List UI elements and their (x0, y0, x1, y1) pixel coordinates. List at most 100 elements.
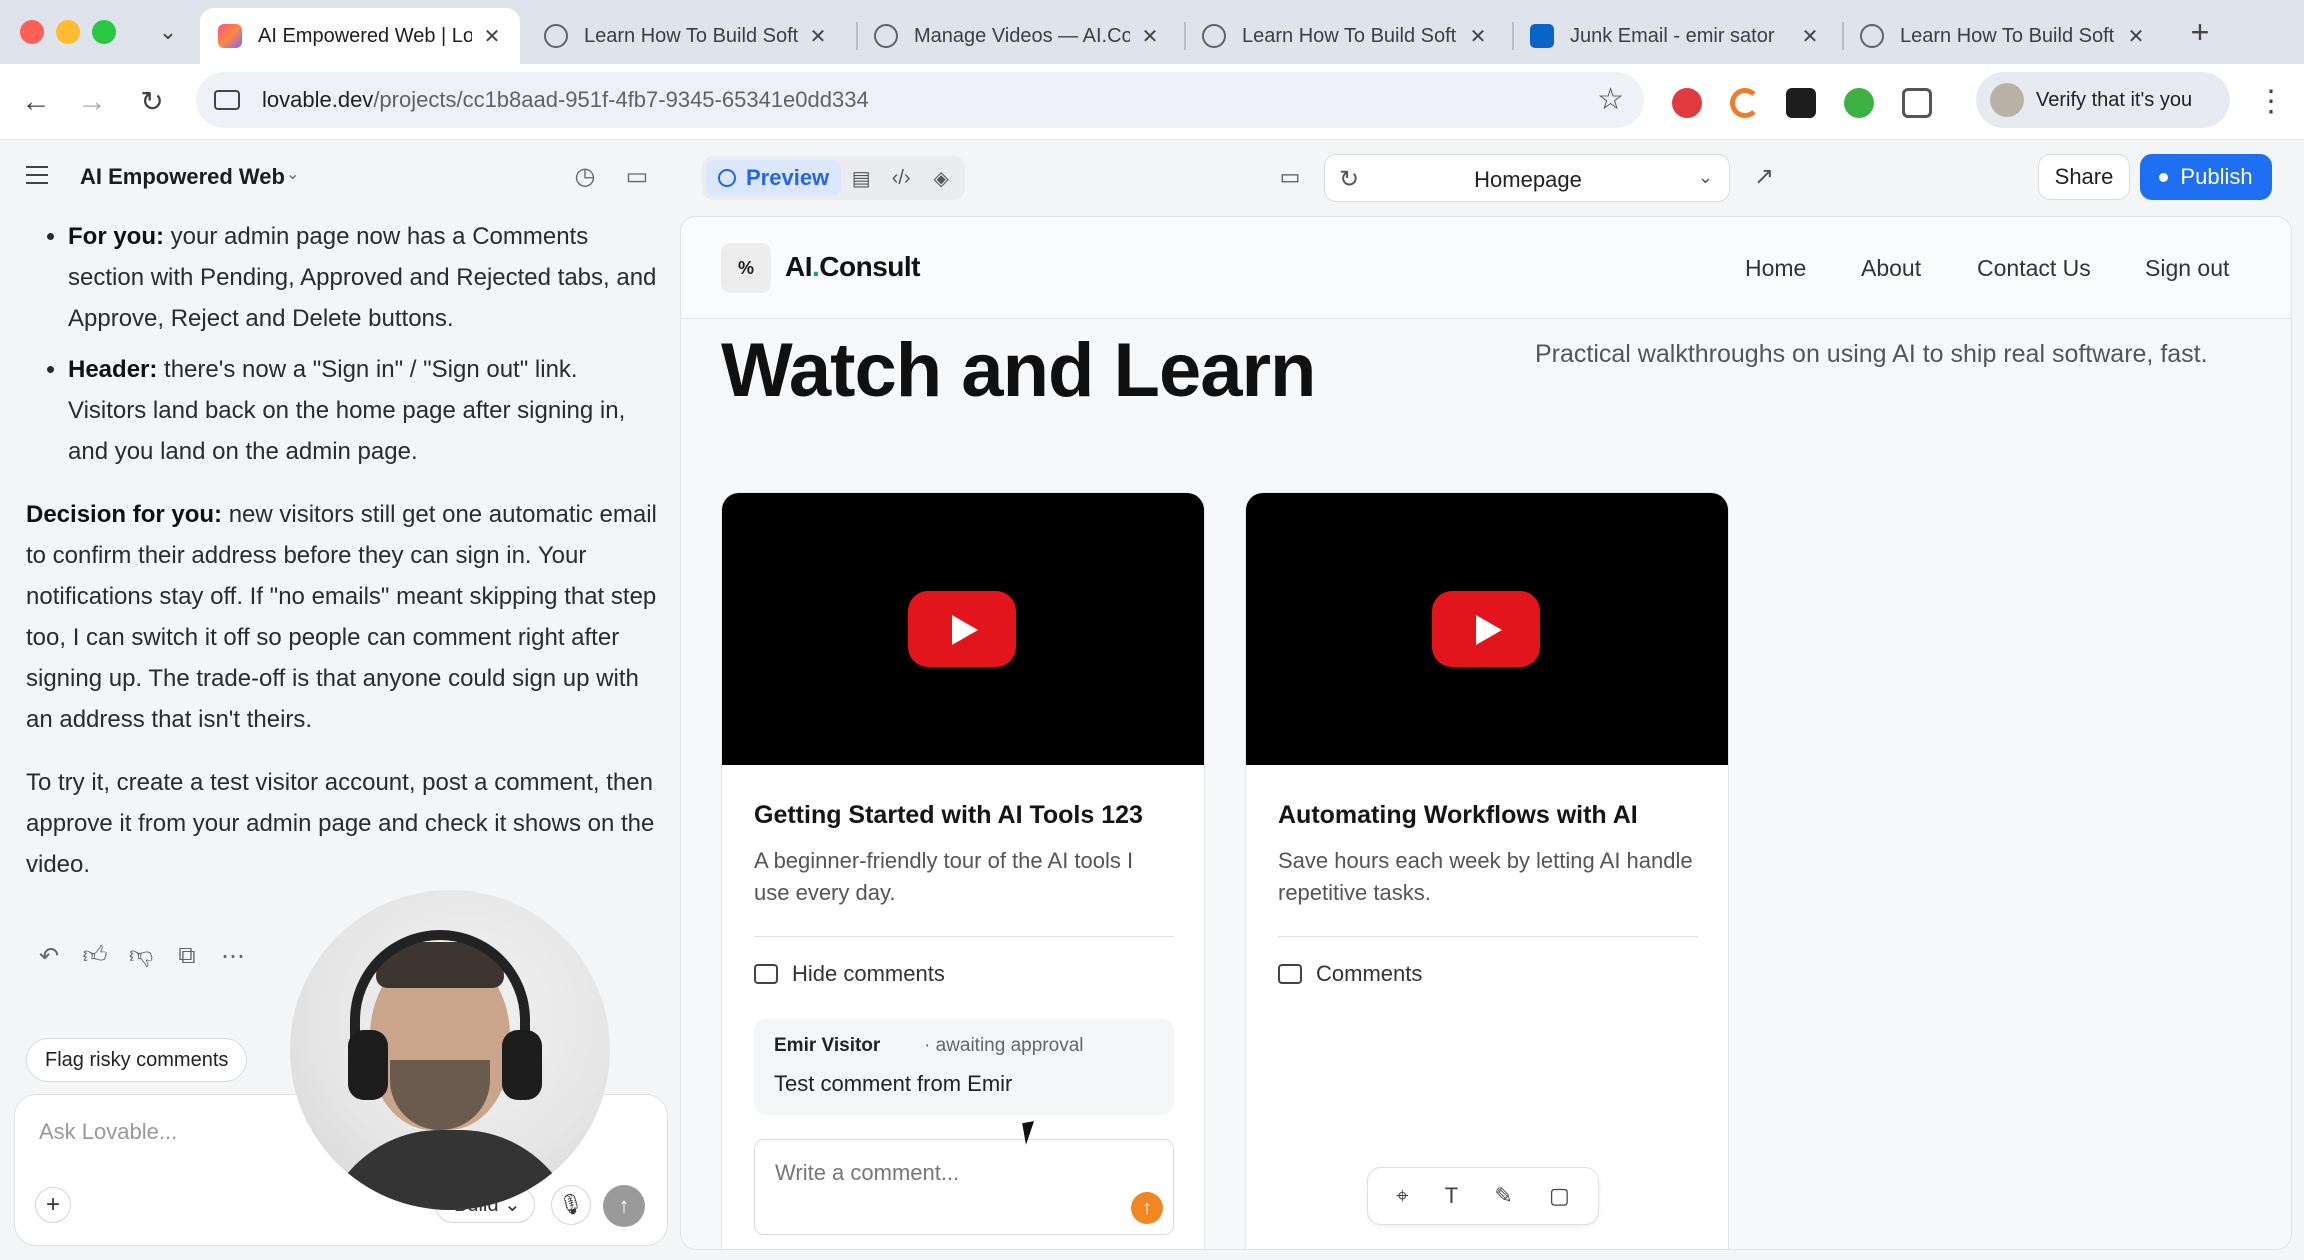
select-element-icon[interactable]: ⌖ (1396, 1183, 1408, 1209)
close-tab-icon[interactable]: ✕ (2126, 24, 2146, 49)
extensions-puzzle-icon[interactable] (1902, 88, 1932, 118)
nav-about[interactable]: About (1861, 255, 1921, 282)
bullet-lead: For you: (68, 223, 164, 250)
page-subtitle: Practical walkthroughs on using AI to sh… (1535, 340, 2208, 368)
publish-dot-icon (2159, 172, 2169, 182)
close-window-button[interactable] (20, 20, 44, 44)
thumbs-down-icon[interactable]: 👎︎ (128, 942, 154, 971)
more-icon[interactable]: ⋯ (220, 942, 246, 971)
site-brand[interactable]: AI.Consult (785, 251, 920, 283)
browser-tab[interactable]: AI Empowered Web | Lo ✕ (200, 8, 520, 64)
open-external-icon[interactable]: ↗ (1750, 162, 1778, 191)
extension-function-icon[interactable] (1786, 88, 1816, 118)
thumbs-up-icon[interactable]: 👍︎ (82, 942, 108, 971)
text-icon[interactable]: T (1445, 1183, 1458, 1209)
outlook-icon (1530, 24, 1554, 48)
tab-preview-label: Preview (746, 165, 830, 190)
file-icon[interactable]: ▤ (841, 160, 881, 196)
extension-play-icon[interactable] (1844, 88, 1874, 118)
submit-comment-button[interactable]: ↑ (1131, 1192, 1163, 1224)
copy-icon[interactable]: ⧉ (174, 942, 200, 971)
composer-input[interactable]: Ask Lovable... (39, 1119, 177, 1145)
globe-icon (1202, 24, 1226, 48)
browser-tab[interactable]: Learn How To Build Soft ✕ (1842, 8, 2164, 64)
bullet-lead: Header: (68, 356, 158, 383)
chevron-down-icon[interactable]: ⌄ (286, 164, 299, 184)
site-settings-icon[interactable] (214, 90, 240, 110)
project-name[interactable]: AI Empowered Web (80, 164, 285, 190)
tab-title: Learn How To Build Soft (1242, 24, 1457, 47)
comment-author: Emir Visitor (774, 1035, 881, 1056)
youtube-play-icon[interactable] (1432, 591, 1540, 667)
show-comments-button[interactable]: Comments (1278, 961, 1422, 987)
close-tab-icon[interactable]: ✕ (482, 24, 502, 49)
lovable-icon (218, 24, 242, 48)
forward-arrow-icon[interactable]: → (74, 84, 110, 120)
browser-tab[interactable]: Learn How To Build Soft ✕ (1184, 8, 1506, 64)
comment-icon (1278, 964, 1302, 984)
browser-tab[interactable]: Learn How To Build Soft ✕ (526, 8, 846, 64)
decision-lead: Decision for you: (26, 501, 223, 528)
publish-label: Publish (2180, 164, 2253, 189)
browser-tab[interactable]: Manage Videos — AI.Co ✕ (856, 8, 1178, 64)
browser-menu-icon[interactable]: ⋮ (2256, 84, 2286, 119)
code-icon[interactable]: ‹/› (881, 160, 921, 196)
suggestion-chip[interactable]: Flag risky comments (26, 1038, 248, 1082)
profile-verify-label: Verify that it's you (2036, 88, 2193, 111)
attach-plus-button[interactable]: + (35, 1187, 71, 1223)
chevron-down-icon: ⌄ (1697, 167, 1713, 187)
sidebar-toggle-icon[interactable]: ▭ (622, 162, 652, 192)
layers-icon[interactable]: ◈ (921, 160, 961, 196)
close-tab-icon[interactable]: ✕ (808, 24, 828, 49)
video-card: Automating Workflows with AI Save hours … (1245, 492, 1729, 1249)
route-selector[interactable]: ↻ Homepage ⌄ (1324, 154, 1730, 202)
globe-icon (544, 24, 568, 48)
url-path: /projects/cc1b8aad-951f-4fb7-9345-65341e… (373, 87, 869, 112)
menu-icon[interactable] (26, 166, 48, 184)
list-item: For you: your admin page now has a Comme… (68, 216, 658, 339)
headphones-earcup (502, 1030, 542, 1100)
back-arrow-icon[interactable]: ← (18, 84, 54, 120)
new-tab-button[interactable]: + (2180, 12, 2220, 52)
hide-comments-button[interactable]: Hide comments (754, 961, 945, 987)
url-text: lovable.dev/projects/cc1b8aad-951f-4fb7-… (262, 87, 869, 113)
profile-verify-button[interactable]: Verify that it's you (1976, 72, 2230, 128)
chat-bullet-list: For you: your admin page now has a Comme… (68, 216, 658, 472)
maximize-window-button[interactable] (92, 20, 116, 44)
video-player[interactable] (1246, 493, 1728, 765)
tab-title: Learn How To Build Soft (1900, 24, 2115, 47)
site-logo-icon[interactable]: % (721, 243, 771, 293)
project-header: AI Empowered Web ⌄ ◷ ▭ (0, 140, 676, 216)
close-tab-icon[interactable]: ✕ (1140, 24, 1160, 49)
minimize-window-button[interactable] (56, 20, 80, 44)
comment-input[interactable]: Write a comment... ↑ (754, 1139, 1174, 1235)
close-tab-icon[interactable]: ✕ (1800, 24, 1820, 49)
extension-c-icon[interactable] (1730, 88, 1760, 118)
desktop-view-icon[interactable]: ▭ (1276, 164, 1304, 192)
comment: Emir Visitor · awaiting approval Test co… (754, 1019, 1174, 1115)
extension-blocker-icon[interactable] (1672, 88, 1702, 118)
send-button[interactable]: ↑ (603, 1185, 645, 1227)
history-icon[interactable]: ◷ (570, 162, 600, 192)
tab-title: Learn How To Build Soft (584, 24, 798, 47)
reload-icon[interactable]: ↻ (134, 84, 170, 120)
bookmark-star-icon[interactable]: ☆ (1597, 82, 1624, 117)
profile-avatar (1990, 83, 2024, 117)
address-bar[interactable]: lovable.dev/projects/cc1b8aad-951f-4fb7-… (196, 72, 1644, 128)
video-player[interactable] (722, 493, 1204, 765)
pencil-icon[interactable]: ✎ (1494, 1183, 1512, 1209)
nav-home[interactable]: Home (1745, 255, 1806, 282)
comment-icon[interactable]: ▢ (1549, 1183, 1570, 1209)
comment-placeholder: Write a comment... (775, 1160, 960, 1185)
share-button[interactable]: Share (2038, 154, 2130, 200)
nav-sign-out[interactable]: Sign out (2145, 255, 2229, 282)
tab-search-chevron-icon[interactable]: ⌄ (152, 16, 184, 48)
browser-tab[interactable]: Junk Email - emir sator ✕ (1512, 8, 1838, 64)
publish-button[interactable]: Publish (2140, 154, 2272, 200)
youtube-play-icon[interactable] (908, 591, 1016, 667)
nav-contact[interactable]: Contact Us (1977, 255, 2091, 282)
video-title: Automating Workflows with AI (1278, 801, 1638, 829)
close-tab-icon[interactable]: ✕ (1468, 24, 1488, 49)
tab-preview[interactable]: Preview (706, 160, 842, 196)
undo-icon[interactable]: ↶ (36, 942, 62, 971)
